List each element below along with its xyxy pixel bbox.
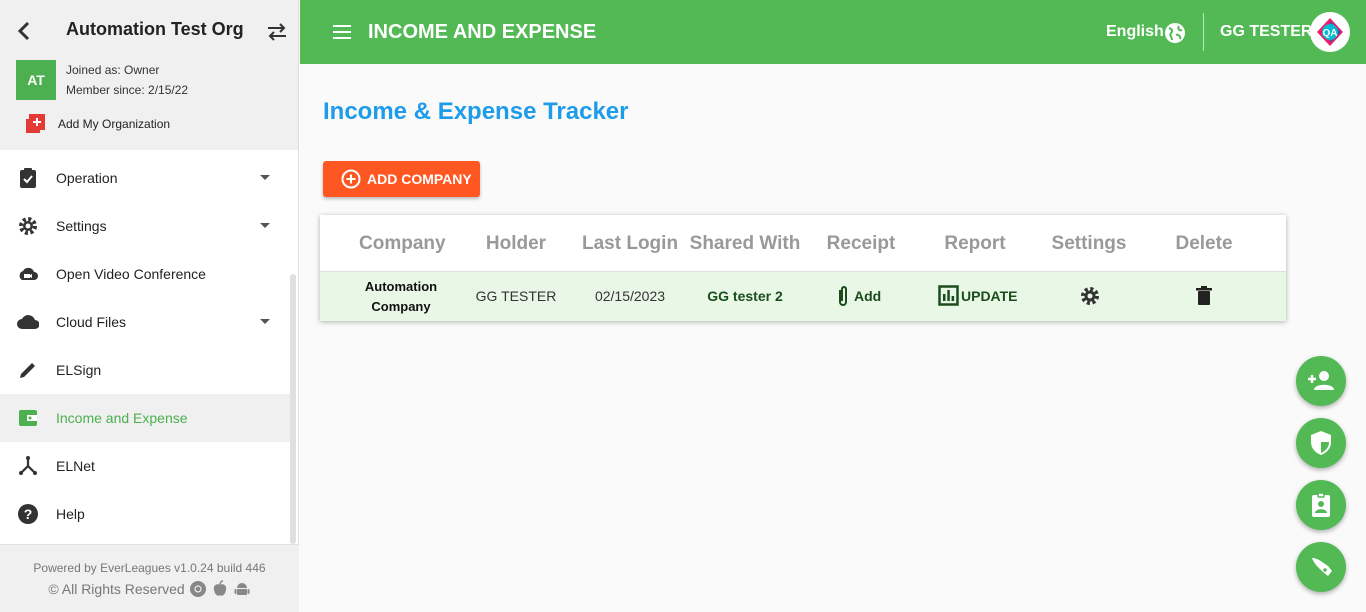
- column-header-receipt: Receipt: [826, 233, 896, 254]
- column-header-last-login: Last Login: [582, 233, 679, 254]
- user-avatar[interactable]: QA: [1310, 12, 1350, 52]
- sidebar-item-cloud-files[interactable]: Cloud Files: [0, 298, 291, 346]
- sidebar-item-label: Settings: [56, 218, 107, 234]
- company-name-line: Company: [371, 299, 431, 314]
- shared-with-link[interactable]: GG tester 2: [689, 288, 801, 304]
- powered-by-text: Powered by EverLeagues v1.0.24 build 446: [33, 561, 266, 575]
- pen-icon: [20, 363, 35, 378]
- shield-icon: [1311, 431, 1331, 455]
- svg-text:?: ?: [24, 506, 33, 522]
- sidebar-footer: Powered by EverLeagues v1.0.24 build 446…: [0, 544, 299, 612]
- topbar-divider: [1203, 13, 1204, 51]
- contact-card-button[interactable]: [1296, 480, 1346, 530]
- column-header-report: Report: [944, 233, 1006, 254]
- last-login-cell: 02/15/2023: [594, 288, 666, 304]
- sidebar-item-settings[interactable]: Settings: [0, 202, 291, 250]
- org-avatar: AT: [16, 60, 56, 100]
- clipboard-check-icon: [20, 168, 36, 188]
- gear-icon: [19, 217, 37, 235]
- rocket-icon: [1312, 558, 1332, 576]
- top-app-bar: INCOME AND EXPENSE English GG TESTER QA: [300, 0, 1366, 64]
- table-header: Company Holder Last Login Shared With Re…: [320, 215, 1286, 272]
- member-since-text: Member since: 2/15/22: [66, 83, 189, 97]
- cloud-icon: [17, 315, 39, 329]
- video-cloud-icon: [19, 267, 38, 280]
- plus-circle-icon: [341, 169, 361, 189]
- company-name-line: Automation: [364, 279, 438, 294]
- sidebar-item-label: Cloud Files: [56, 314, 127, 330]
- receipt-add-label: Add: [854, 288, 882, 304]
- column-header-shared-with: Shared With: [689, 233, 801, 254]
- report-update-label: UPDATE: [961, 287, 1018, 304]
- receipt-add-button[interactable]: Add: [836, 284, 896, 308]
- add-organization-icon[interactable]: [24, 113, 46, 135]
- sidebar-item-label: Help: [56, 506, 85, 522]
- org-name: Automation Test Org: [66, 19, 244, 39]
- help-icon: ?: [18, 504, 38, 524]
- apple-icon[interactable]: [211, 580, 229, 598]
- wallet-icon: [19, 410, 37, 426]
- back-arrow-icon[interactable]: [14, 20, 34, 42]
- companies-table: Company Holder Last Login Shared With Re…: [320, 215, 1286, 321]
- column-header-holder: Holder: [485, 233, 547, 254]
- trash-icon[interactable]: [1195, 285, 1213, 307]
- add-person-icon: [1308, 371, 1334, 390]
- security-button[interactable]: [1296, 418, 1346, 468]
- sidebar-item-label: Operation: [56, 170, 118, 186]
- sidebar-item-label: ELSign: [56, 362, 102, 378]
- chrome-icon[interactable]: [189, 580, 207, 598]
- paperclip-icon: [839, 286, 847, 306]
- switch-org-icon[interactable]: [266, 22, 288, 42]
- report-update-button[interactable]: UPDATE: [938, 285, 1018, 306]
- sidebar-item-elsign[interactable]: ELSign: [0, 346, 291, 394]
- holder-cell: GG TESTER: [475, 288, 557, 304]
- add-organization-link[interactable]: Add My Organization: [58, 117, 170, 131]
- chevron-down-icon: [260, 175, 270, 180]
- sidebar-item-help[interactable]: ? Help: [0, 490, 291, 538]
- launch-button[interactable]: [1296, 542, 1346, 592]
- sidebar-nav: Operation Settings Open Video Conference…: [0, 154, 291, 538]
- rights-row: © All Rights Reserved: [0, 580, 299, 598]
- globe-icon[interactable]: [1164, 22, 1186, 44]
- sidebar-item-elnet[interactable]: ELNet: [0, 442, 291, 490]
- page-header-title: INCOME AND EXPENSE: [368, 21, 597, 43]
- android-icon[interactable]: [233, 580, 251, 598]
- column-header-settings: Settings: [1051, 233, 1127, 254]
- sidebar-item-label: Open Video Conference: [56, 266, 206, 282]
- chevron-down-icon: [260, 223, 270, 228]
- chevron-down-icon: [260, 319, 270, 324]
- add-company-label: ADD COMPANY: [367, 171, 472, 187]
- sidebar-scrollbar[interactable]: [290, 274, 296, 544]
- add-company-button[interactable]: ADD COMPANY: [323, 161, 480, 197]
- rights-text: © All Rights Reserved: [48, 581, 185, 597]
- hamburger-menu-icon[interactable]: [332, 24, 352, 40]
- gear-icon[interactable]: [1079, 285, 1101, 307]
- sidebar-item-income-expense[interactable]: Income and Expense: [0, 394, 291, 442]
- company-name-cell: Automation Company: [350, 277, 452, 317]
- org-header: Automation Test Org AT Joined as: Owner …: [0, 0, 298, 150]
- joined-as-text: Joined as: Owner: [66, 63, 160, 77]
- page-title: Income & Expense Tracker: [323, 98, 629, 125]
- column-header-company: Company: [359, 233, 446, 254]
- network-icon: [19, 456, 37, 475]
- id-badge-icon: [1312, 492, 1330, 517]
- sidebar: Automation Test Org AT Joined as: Owner …: [0, 0, 299, 612]
- sidebar-item-label: ELNet: [56, 458, 95, 474]
- table-row[interactable]: Automation Company GG TESTER 02/15/2023 …: [320, 272, 1286, 321]
- language-selector[interactable]: English: [1106, 23, 1164, 41]
- user-name[interactable]: GG TESTER: [1220, 23, 1312, 41]
- sidebar-item-operation[interactable]: Operation: [0, 154, 291, 202]
- svg-text:QA: QA: [1323, 28, 1338, 39]
- bar-chart-icon: [938, 285, 959, 306]
- add-person-button[interactable]: [1296, 356, 1346, 406]
- column-header-delete: Delete: [1175, 233, 1233, 254]
- sidebar-item-video-conference[interactable]: Open Video Conference: [0, 250, 291, 298]
- sidebar-item-label: Income and Expense: [56, 410, 188, 426]
